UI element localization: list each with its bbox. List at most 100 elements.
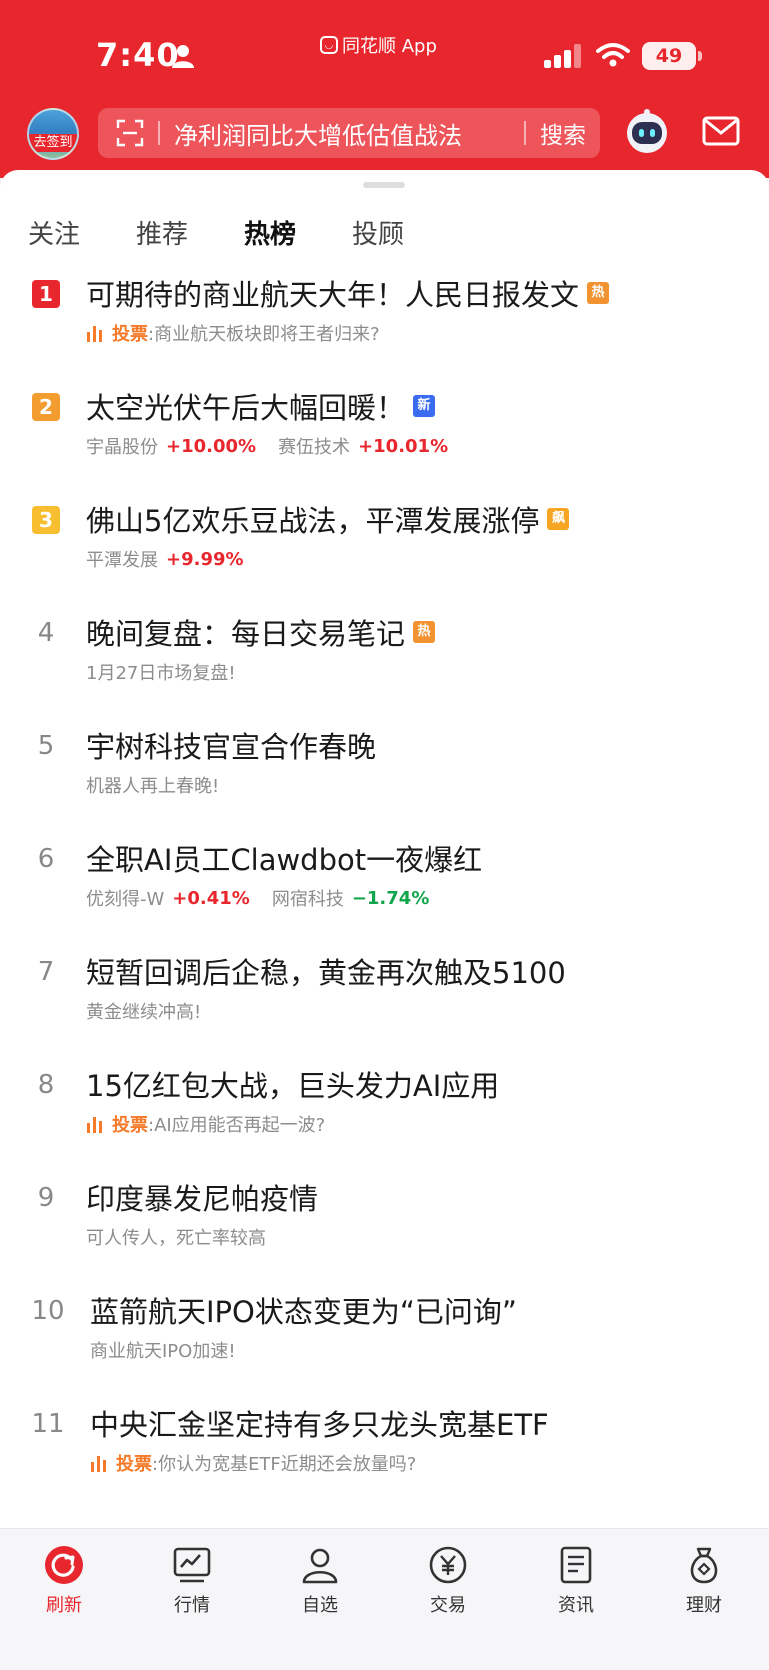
status-bar: 7:40 ◡ 同花顺 App 49: [0, 0, 769, 100]
nav-label: 理财: [686, 1595, 722, 1616]
related-stocks: 宇晶股份 +10.00% 赛伍技术 +10.01%: [86, 433, 470, 459]
stock-change: +9.99%: [166, 548, 244, 570]
nav-refresh[interactable]: 刷新: [24, 1537, 104, 1617]
stock-change: −1.74%: [351, 887, 430, 909]
item-title-text: 蓝箭航天IPO状态变更为“已问询”: [90, 1295, 517, 1329]
hot-list-item[interactable]: 7 短暂回调后企稳，黄金再次触及5100 黄金继续冲高!: [12, 940, 757, 1053]
stock-name[interactable]: 平潭发展: [86, 546, 158, 572]
rank-number: 4: [37, 618, 55, 648]
nav-watchlist[interactable]: 自选: [280, 1537, 360, 1617]
checkin-label: 去签到: [29, 134, 77, 152]
item-subtitle: 黄金继续冲高!: [86, 1002, 202, 1023]
item-title: 印度暴发尼帕疫情: [86, 1176, 318, 1218]
item-title-text: 中央汇金坚定持有多只龙头宽基ETF: [90, 1408, 549, 1442]
source-app-label[interactable]: ◡ 同花顺 App: [320, 32, 437, 58]
nav-trade[interactable]: 交易: [408, 1537, 488, 1617]
stock-name[interactable]: 赛伍技术: [278, 433, 350, 459]
tab-advisor[interactable]: 投顾: [352, 214, 404, 251]
item-subtitle: 机器人再上春晚!: [86, 776, 220, 797]
hot-list-item[interactable]: 9 印度暴发尼帕疫情 可人传人，死亡率较高: [12, 1166, 757, 1279]
wifi-icon: [596, 43, 630, 67]
item-title: 短暂回调后企稳，黄金再次触及5100: [86, 950, 566, 992]
stock-name[interactable]: 网宿科技: [272, 885, 344, 911]
person-icon: [172, 45, 194, 68]
hot-list-item[interactable]: 3 佛山5亿欢乐豆战法，平潭发展涨停 飙 平潭发展 +9.99%: [12, 488, 757, 601]
bar-chart-icon: [91, 1456, 106, 1472]
search-bar[interactable]: 净利润同比大增低估值战法 搜索: [98, 108, 600, 158]
rank-number: 8: [37, 1070, 55, 1100]
item-title-text: 短暂回调后企稳，黄金再次触及5100: [86, 956, 566, 990]
hot-list-item[interactable]: 8 15亿红包大战，巨头发力AI应用 投票 :AI应用能否再起一波?: [12, 1053, 757, 1166]
refresh-icon: [45, 1546, 83, 1584]
yuan-trade-icon: [429, 1546, 467, 1584]
rank-number: 5: [37, 731, 55, 761]
robot-assistant-icon[interactable]: [624, 108, 670, 154]
nav-news[interactable]: 资讯: [536, 1537, 616, 1617]
item-title: 太空光伏午后大幅回暖！ 新: [86, 385, 436, 427]
hot-list-item[interactable]: 10 蓝箭航天IPO状态变更为“已问询” 商业航天IPO加速!: [12, 1279, 757, 1392]
nav-wealth[interactable]: 理财: [664, 1537, 744, 1617]
hot-list-item[interactable]: 4 晚间复盘：每日交易笔记 热 1月27日市场复盘!: [12, 601, 757, 714]
search-button[interactable]: 搜索: [526, 116, 600, 150]
app-logo-icon: ◡: [320, 36, 338, 54]
vote-question: :你认为宽基ETF近期还会放量吗?: [152, 1454, 417, 1475]
stock-change: +10.00%: [166, 435, 257, 457]
hot-tag: 热: [413, 621, 436, 643]
vote-label: 投票: [116, 1454, 152, 1475]
mail-icon[interactable]: [702, 116, 740, 146]
tab-recommend[interactable]: 推荐: [136, 214, 188, 251]
stock-change: +0.41%: [172, 887, 250, 909]
item-title: 蓝箭航天IPO状态变更为“已问询”: [90, 1289, 517, 1331]
item-title: 佛山5亿欢乐豆战法，平潭发展涨停 飙: [86, 498, 570, 540]
rank-number: 7: [37, 957, 55, 987]
stock-name[interactable]: 优刻得-W: [86, 885, 164, 911]
soaring-tag: 飙: [547, 508, 570, 530]
scan-icon[interactable]: [116, 119, 144, 147]
battery-indicator: 49: [642, 42, 702, 70]
vote-row[interactable]: 投票 :你认为宽基ETF近期还会放量吗?: [90, 1450, 416, 1476]
vote-row[interactable]: 投票 :商业航天板块即将王者归来?: [86, 320, 380, 346]
item-title: 中央汇金坚定持有多只龙头宽基ETF: [90, 1402, 549, 1444]
checkin-avatar[interactable]: 去签到: [27, 108, 79, 160]
news-doc-icon: [560, 1546, 592, 1584]
hot-list-item[interactable]: 6 全职AI员工Clawdbot一夜爆红 优刻得-W +0.41% 网宿科技 −…: [12, 827, 757, 940]
item-subtitle: 1月27日市场复盘!: [86, 663, 236, 684]
related-stocks: 优刻得-W +0.41% 网宿科技 −1.74%: [86, 885, 451, 911]
vote-row[interactable]: 投票 :AI应用能否再起一波?: [86, 1111, 325, 1137]
item-title-text: 15亿红包大战，巨头发力AI应用: [86, 1069, 500, 1103]
rank-number: 10: [31, 1296, 65, 1326]
app-header: 7:40 ◡ 同花顺 App 49 去签到 净利润同比大增低估值战法 搜索: [0, 0, 769, 178]
item-title-text: 可期待的商业航天大年！人民日报发文: [86, 278, 580, 312]
cellular-signal-icon: [544, 44, 581, 68]
search-divider: [158, 121, 160, 145]
hot-list-item[interactable]: 11 中央汇金坚定持有多只龙头宽基ETF 投票 :你认为宽基ETF近期还会放量吗…: [12, 1392, 757, 1505]
source-app-name: 同花顺 App: [342, 36, 437, 57]
search-input[interactable]: 净利润同比大增低估值战法: [174, 116, 524, 151]
item-title-text: 太空光伏午后大幅回暖！: [86, 391, 406, 425]
status-time: 7:40: [96, 36, 180, 74]
vote-label: 投票: [112, 324, 148, 345]
tab-bar: 关注 推荐 热榜 投顾: [0, 200, 769, 283]
item-title-text: 宇树科技官宣合作春晚: [86, 730, 377, 764]
item-title-text: 晚间复盘：每日交易笔记: [86, 617, 406, 651]
nav-market[interactable]: 行情: [152, 1537, 232, 1617]
item-subtitle: 商业航天IPO加速!: [90, 1341, 236, 1362]
rank-number: 6: [37, 844, 55, 874]
rank-badge: 2: [32, 393, 60, 421]
item-title: 宇树科技官宣合作春晚: [86, 724, 376, 766]
nav-label: 自选: [302, 1595, 338, 1616]
stock-name[interactable]: 宇晶股份: [86, 433, 158, 459]
nav-label: 刷新: [46, 1595, 82, 1616]
item-title: 晚间复盘：每日交易笔记 热: [86, 611, 436, 653]
tab-follow[interactable]: 关注: [28, 214, 80, 251]
hot-list-item[interactable]: 1 可期待的商业航天大年！人民日报发文 热 投票 :商业航天板块即将王者归来?: [12, 262, 757, 375]
tab-hot-list[interactable]: 热榜: [244, 214, 296, 251]
item-title-text: 佛山5亿欢乐豆战法，平潭发展涨停: [86, 504, 540, 538]
hot-list-item[interactable]: 2 太空光伏午后大幅回暖！ 新 宇晶股份 +10.00% 赛伍技术 +10.01…: [12, 375, 757, 488]
drag-handle[interactable]: [363, 182, 405, 188]
new-tag: 新: [413, 395, 436, 417]
item-title-text: 全职AI员工Clawdbot一夜爆红: [86, 843, 483, 877]
item-subtitle: 可人传人，死亡率较高: [86, 1228, 266, 1249]
item-title: 全职AI员工Clawdbot一夜爆红: [86, 837, 482, 879]
hot-list-item[interactable]: 5 宇树科技官宣合作春晚 机器人再上春晚!: [12, 714, 757, 827]
